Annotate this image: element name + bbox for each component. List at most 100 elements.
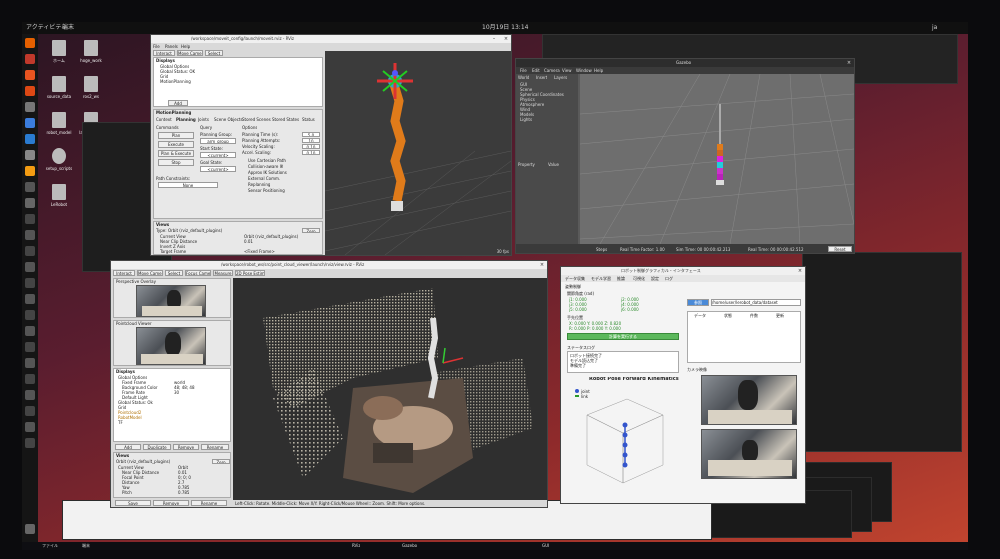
minimize-icon[interactable]: – — [491, 36, 497, 42]
tab-train[interactable]: モデル学習 — [591, 276, 611, 281]
taskbar-item[interactable]: RViz — [352, 543, 360, 548]
menu-window[interactable]: Window — [576, 68, 592, 73]
add-button[interactable]: Add — [168, 100, 188, 106]
zero-button[interactable]: Zero — [212, 459, 230, 464]
app9-icon[interactable] — [25, 310, 35, 320]
zero-button[interactable]: Zero — [302, 228, 320, 233]
desktop-icon[interactable]: hoge_work — [76, 40, 106, 74]
close-icon[interactable]: × — [797, 268, 803, 274]
display-item[interactable]: TF — [118, 420, 123, 425]
close-icon[interactable]: × — [539, 262, 545, 268]
velocity-input[interactable]: 0.10 — [302, 144, 320, 149]
desktop-icon[interactable]: LeRobot — [44, 184, 74, 218]
terminal-icon[interactable] — [25, 54, 35, 64]
menu-help[interactable]: Help — [181, 44, 190, 49]
firefox-icon[interactable] — [25, 38, 35, 48]
tab-status[interactable]: Status — [302, 117, 315, 122]
tab-layers[interactable]: Layers — [554, 75, 567, 80]
tab-world[interactable]: World — [518, 75, 529, 80]
clock[interactable]: 10月19日 13:14 — [482, 22, 528, 34]
checkbox-external[interactable]: External Comm. — [248, 176, 280, 181]
path-input[interactable]: /home/user/lerobot_data/dataset — [711, 299, 801, 306]
tree-item[interactable]: Lights — [520, 117, 532, 122]
app17-icon[interactable] — [25, 438, 35, 448]
select-button[interactable]: Select — [165, 270, 183, 276]
activities-button[interactable]: アクティビティ — [26, 22, 67, 34]
app4-icon[interactable] — [25, 230, 35, 240]
taskbar-item[interactable]: GUI — [542, 543, 549, 548]
taskbar-item[interactable]: 端末 — [82, 543, 90, 548]
help-icon[interactable] — [25, 150, 35, 160]
add-button[interactable]: Add — [115, 444, 141, 450]
tab-stored-states[interactable]: Stored States — [272, 117, 299, 122]
app16-icon[interactable] — [25, 422, 35, 432]
tab-insert[interactable]: Insert — [536, 75, 547, 80]
execute-button[interactable]: Execute — [158, 141, 194, 148]
app7-icon[interactable] — [25, 278, 35, 288]
menu-help[interactable]: Help — [594, 68, 603, 73]
files-icon[interactable] — [25, 70, 35, 80]
app15-icon[interactable] — [25, 406, 35, 416]
checkbox-sensor[interactable]: Sensor Positioning — [248, 188, 285, 193]
views-type-value[interactable]: Orbit (rviz_default_plugins) — [168, 228, 222, 233]
software-icon[interactable] — [25, 86, 35, 96]
plan-execute-button[interactable]: Plan & Execute — [158, 150, 194, 157]
browse-button[interactable]: 参照 — [687, 299, 709, 306]
measure-button[interactable]: Measure — [213, 270, 233, 276]
app10-icon[interactable] — [25, 326, 35, 336]
menu-file[interactable]: File — [520, 68, 527, 73]
move-camera-button[interactable]: Move Camera — [137, 270, 163, 276]
gazebo-3d-viewport[interactable] — [580, 74, 854, 244]
tab-joints[interactable]: Joints — [198, 117, 209, 122]
close-icon[interactable]: × — [846, 60, 852, 66]
app6-icon[interactable] — [25, 262, 35, 272]
move-camera-button[interactable]: Move Camera — [177, 50, 203, 56]
app11-icon[interactable] — [25, 342, 35, 352]
tab-infer[interactable]: 推論 — [617, 276, 625, 281]
tray-language[interactable]: ja — [932, 22, 937, 34]
tab-stored-scenes[interactable]: Stored Scenes — [242, 117, 271, 122]
rename-button[interactable]: Rename — [201, 444, 229, 450]
taskbar-item[interactable]: ファイル — [42, 543, 58, 548]
interact-button[interactable]: Interact — [113, 270, 135, 276]
start-state-select[interactable]: <current> — [200, 152, 236, 158]
pointcloud-3d-viewport[interactable] — [233, 278, 547, 500]
checkbox-cartesian[interactable]: Use Cartesian Path — [248, 158, 286, 163]
moveit-3d-viewport[interactable]: 30 fps — [325, 51, 511, 255]
robot-gui-window[interactable]: ロボット制御グラフィカル・インタフェース × データ収集 モデル学習 推論 可視… — [560, 266, 806, 504]
checkbox-approx-ik[interactable]: Approx IK Solutions — [248, 170, 287, 175]
log-box[interactable]: ロボット接続完了 モデル読込完了 準備完了 — [567, 351, 679, 373]
goal-state-select[interactable]: <current> — [200, 166, 236, 172]
desktop-icon[interactable]: setup_scripts — [44, 148, 74, 182]
app12-icon[interactable] — [25, 358, 35, 368]
settings-icon[interactable] — [25, 102, 35, 112]
app14-icon[interactable] — [25, 390, 35, 400]
vscode-icon[interactable] — [25, 134, 35, 144]
display-value[interactable]: 30 — [174, 390, 179, 395]
menu-edit[interactable]: Edit — [532, 68, 540, 73]
stop-button[interactable]: Stop — [158, 159, 194, 166]
gazebo-window[interactable]: Gazebo × File Edit Camera View Window He… — [515, 58, 855, 254]
path-constraints-select[interactable]: None — [158, 182, 218, 188]
close-icon[interactable]: × — [503, 36, 509, 42]
app3-icon[interactable] — [25, 214, 35, 224]
compute-button[interactable]: 計算を実行する — [567, 333, 679, 340]
tab-context[interactable]: Context — [156, 117, 172, 122]
pose-estimate-button[interactable]: 2D Pose Estimate — [235, 270, 265, 276]
code-icon[interactable] — [25, 118, 35, 128]
duplicate-button[interactable]: Duplicate — [143, 444, 171, 450]
planning-time-input[interactable]: 5.0 — [302, 132, 320, 137]
interact-button[interactable]: Interact — [153, 50, 175, 56]
menu-camera[interactable]: Camera — [544, 68, 560, 73]
reset-button[interactable]: Reset — [828, 246, 852, 252]
tab-settings[interactable]: 設定 — [651, 276, 659, 281]
accel-input[interactable]: 0.10 — [302, 150, 320, 155]
show-apps-icon[interactable] — [25, 524, 35, 534]
focus-camera-button[interactable]: Focus Camera — [185, 270, 211, 276]
tab-planning[interactable]: Planning — [176, 117, 196, 122]
select-button[interactable]: Select — [205, 50, 223, 56]
app8-icon[interactable] — [25, 294, 35, 304]
rename-view-button[interactable]: Rename — [191, 500, 227, 506]
tab-log[interactable]: ログ — [665, 276, 673, 281]
attempts-input[interactable]: 10 — [302, 138, 320, 143]
